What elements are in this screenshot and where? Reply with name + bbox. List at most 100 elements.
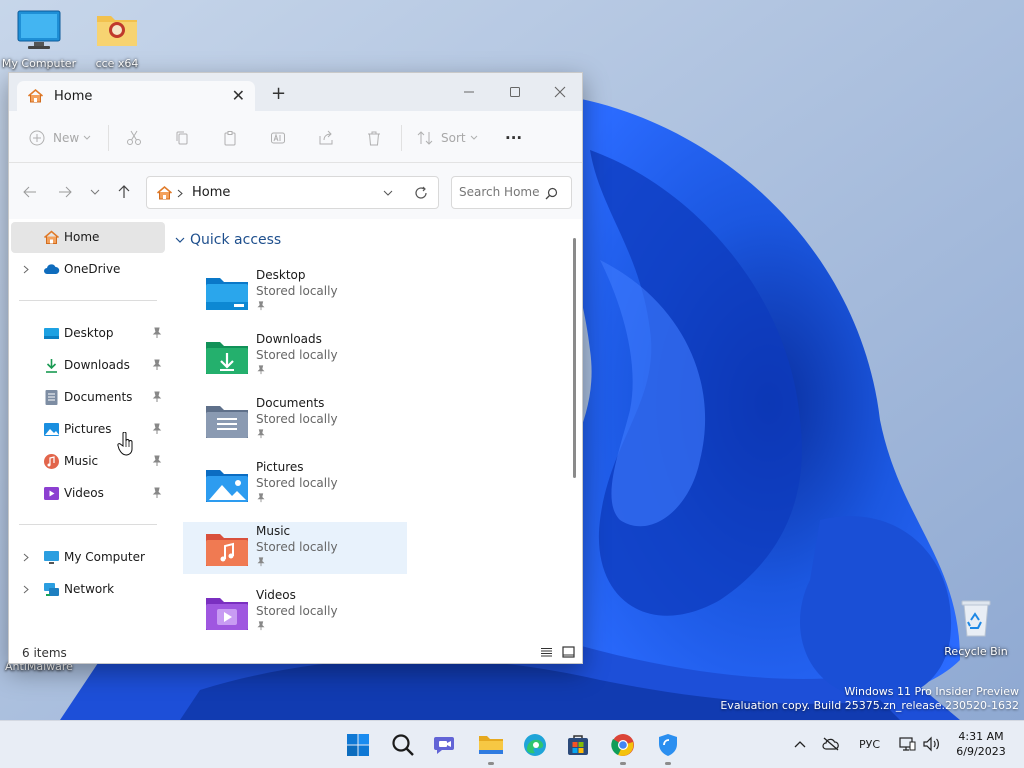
search-box[interactable]: [451, 176, 572, 209]
start-icon: [347, 734, 369, 756]
clock[interactable]: 4:31 AM 6/9/2023: [946, 729, 1016, 759]
toolbar-divider: [108, 125, 109, 151]
new-tab-button[interactable]: +: [271, 85, 286, 103]
nav-item-music[interactable]: Music: [11, 446, 165, 477]
recent-locations-button[interactable]: [85, 183, 105, 201]
nav-item-network[interactable]: Network: [11, 574, 165, 605]
chevron-down-icon[interactable]: [383, 190, 393, 197]
see-more-button[interactable]: ···: [505, 127, 522, 149]
quick-access-item-downloads[interactable]: Downloads Stored locally: [183, 330, 407, 382]
quick-access-item-desktop[interactable]: Desktop Stored locally: [183, 266, 407, 318]
chevron-down-icon: [470, 135, 477, 140]
nav-item-downloads[interactable]: Downloads: [11, 350, 165, 381]
pin-icon[interactable]: [151, 423, 163, 435]
nav-item-home[interactable]: Home: [11, 222, 165, 253]
cloud-icon: [44, 264, 60, 274]
chevron-right-icon[interactable]: [23, 553, 29, 562]
title-bar[interactable]: Home ✕ +: [9, 73, 582, 111]
minimize-button[interactable]: [447, 78, 491, 106]
pin-icon[interactable]: [151, 391, 163, 403]
chevron-down-icon: [90, 189, 100, 195]
running-indicator: [488, 762, 494, 765]
tiles-view-icon[interactable]: [562, 646, 575, 658]
new-button[interactable]: New: [29, 127, 91, 149]
quick-access-status: Stored locally: [256, 604, 338, 618]
recycle-bin-icon: [961, 600, 991, 637]
vertical-scrollbar[interactable]: [573, 238, 576, 478]
onedrive-offline-icon[interactable]: [822, 736, 840, 752]
address-bar[interactable]: Home: [146, 176, 439, 209]
taskbar-file-explorer-button[interactable]: [477, 731, 505, 765]
maximize-button[interactable]: [493, 78, 537, 106]
home-icon: [156, 185, 173, 200]
quick-access-name: Documents: [256, 396, 325, 410]
desktop-icon-recycle-bin[interactable]: Recycle Bin: [934, 596, 1018, 658]
up-button[interactable]: [114, 183, 134, 201]
pin-icon[interactable]: [151, 455, 163, 467]
nav-item-desktop[interactable]: Desktop: [11, 318, 165, 349]
details-view-icon[interactable]: [540, 647, 553, 658]
quick-access-status: Stored locally: [256, 540, 338, 554]
quick-access-header[interactable]: Quick access: [175, 232, 281, 248]
pin-icon[interactable]: [151, 359, 163, 371]
nav-item-my-computer[interactable]: My Computer: [11, 542, 165, 573]
back-button[interactable]: [20, 183, 40, 201]
edge-icon: [524, 734, 546, 756]
taskbar-defender-button[interactable]: [654, 731, 682, 765]
quick-access-item-pictures[interactable]: Pictures Stored locally: [183, 458, 407, 510]
input-language-indicator[interactable]: РУС: [859, 738, 880, 751]
share-icon: [319, 130, 333, 145]
quick-access-item-videos[interactable]: Videos Stored locally: [183, 586, 407, 638]
show-hidden-icons-chevron-icon[interactable]: [794, 740, 806, 748]
sort-button[interactable]: Sort: [417, 127, 478, 149]
home-icon: [27, 88, 44, 103]
sort-icon: [417, 131, 433, 145]
volume-icon[interactable]: [922, 736, 942, 752]
quick-access-item-music[interactable]: Music Stored locally: [183, 522, 407, 574]
share-button[interactable]: [318, 127, 334, 149]
copy-button[interactable]: [174, 127, 190, 149]
start-button[interactable]: [344, 731, 372, 759]
desktop-icon-my-computer[interactable]: My Computer: [0, 8, 81, 70]
tab-home[interactable]: Home ✕: [17, 81, 255, 111]
desktop-icon-cce[interactable]: cce x64: [75, 8, 159, 70]
taskbar-edge-button[interactable]: [521, 731, 549, 759]
taskbar-chat-button[interactable]: [432, 731, 460, 759]
nav-item-videos[interactable]: Videos: [11, 478, 165, 509]
forward-button[interactable]: [55, 183, 75, 201]
chevron-right-icon[interactable]: [23, 265, 29, 274]
paste-button[interactable]: [222, 127, 238, 149]
nav-item-onedrive[interactable]: OneDrive: [11, 254, 165, 285]
cut-button[interactable]: [126, 127, 142, 149]
quick-access-status: Stored locally: [256, 284, 338, 298]
taskbar-search-button[interactable]: [389, 731, 417, 759]
pin-icon[interactable]: [151, 327, 163, 339]
nav-item-pictures[interactable]: Pictures: [11, 414, 165, 445]
search-icon: [392, 734, 414, 756]
pin-icon[interactable]: [151, 487, 163, 499]
breadcrumb-home[interactable]: Home: [192, 185, 230, 200]
quick-access-item-documents[interactable]: Documents Stored locally: [183, 394, 407, 446]
delete-button[interactable]: [366, 127, 382, 149]
content-pane: Quick access Desktop Stored locally Down…: [169, 220, 582, 641]
hand-cursor-icon: [117, 432, 133, 456]
download-folder-icon: [206, 342, 248, 374]
desktop-folder-icon: [44, 328, 59, 339]
clipboard-icon: [224, 131, 236, 146]
refresh-icon[interactable]: [414, 186, 428, 200]
taskbar-store-button[interactable]: [564, 731, 592, 759]
close-window-button[interactable]: [538, 78, 582, 106]
network-icon[interactable]: [898, 736, 916, 752]
rename-button[interactable]: [270, 127, 286, 149]
nav-label: Home: [64, 230, 100, 244]
close-tab-button[interactable]: ✕: [232, 88, 245, 104]
taskbar: РУС 4:31 AM 6/9/2023: [0, 720, 1024, 768]
nav-item-documents[interactable]: Documents: [11, 382, 165, 413]
pin-icon: [257, 621, 265, 631]
search-input[interactable]: [459, 185, 543, 199]
pin-icon: [257, 301, 265, 311]
status-bar: 6 items: [9, 641, 582, 663]
desktop-folder-icon: [206, 278, 248, 310]
chevron-right-icon[interactable]: [23, 585, 29, 594]
taskbar-chrome-button[interactable]: [609, 731, 637, 765]
